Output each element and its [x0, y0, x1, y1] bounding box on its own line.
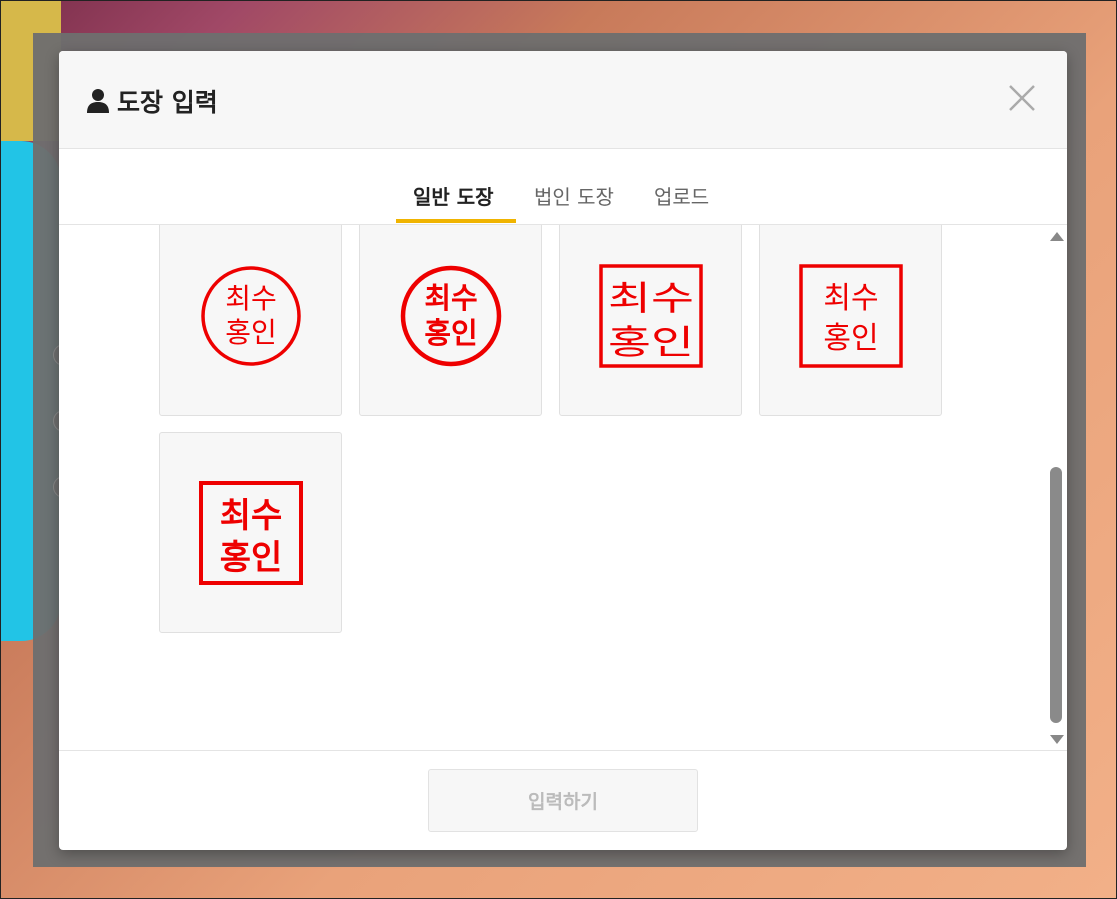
stamp-square-bold: 최수 홍인: [198, 480, 303, 585]
stamp-text-line1: 최수: [424, 281, 477, 315]
stamp-square-regular: 최수 홍인: [798, 263, 903, 368]
active-tab-indicator: [396, 219, 516, 223]
close-icon: [1009, 85, 1035, 111]
stamp-text-line2: 홍인: [225, 316, 277, 349]
stamp-text-line1: 최수: [608, 279, 694, 319]
stamp-circle-regular: 최수 홍인: [200, 265, 301, 366]
scrollbar-thumb[interactable]: [1050, 467, 1062, 723]
scroll-down-arrow-icon[interactable]: [1050, 735, 1064, 744]
stamp-text-line2: 홍인: [424, 316, 477, 350]
stamp-text-line1: 최수: [225, 282, 277, 315]
submit-button[interactable]: 입력하기: [428, 769, 698, 832]
tab-corporate-stamp[interactable]: 법인 도장: [534, 181, 614, 210]
dialog-header: 도장 입력: [59, 51, 1067, 149]
vertical-scrollbar[interactable]: [1045, 225, 1067, 750]
stamp-text-line2: 홍인: [219, 538, 282, 578]
dialog-title: 도장 입력: [87, 83, 218, 119]
close-button[interactable]: [1007, 83, 1037, 113]
stamp-tabs: 일반 도장 법인 도장 업로드: [59, 149, 1067, 225]
stamp-list: 최수 홍인 최수 홍인 최수 홍인 최수 홍인 최수 홍인: [59, 225, 1067, 750]
stamp-text-line2: 홍인: [608, 323, 694, 363]
dialog-title-text: 도장 입력: [117, 88, 218, 117]
stamp-square-seal-script: 최수 홍인: [598, 263, 703, 368]
tab-upload[interactable]: 업로드: [654, 181, 709, 210]
stamp-option[interactable]: 최수 홍인: [359, 225, 542, 416]
stamp-option[interactable]: 최수 홍인: [559, 225, 742, 416]
user-icon: [87, 89, 109, 113]
stamp-text-line1: 최수: [823, 281, 878, 316]
scroll-up-arrow-icon[interactable]: [1050, 232, 1064, 241]
dialog-footer: 입력하기: [59, 750, 1067, 850]
tab-general-stamp[interactable]: 일반 도장: [413, 181, 494, 210]
stamp-option[interactable]: 최수 홍인: [159, 432, 342, 633]
stamp-option[interactable]: 최수 홍인: [159, 225, 342, 416]
stamp-circle-bold: 최수 홍인: [400, 265, 501, 366]
stamp-option[interactable]: 최수 홍인: [759, 225, 942, 416]
stamp-input-dialog: 도장 입력 일반 도장 법인 도장 업로드 최수 홍인 최수 홍인 최수 홍인 …: [59, 51, 1067, 850]
stamp-text-line1: 최수: [219, 496, 282, 536]
stamp-text-line2: 홍인: [823, 321, 878, 356]
